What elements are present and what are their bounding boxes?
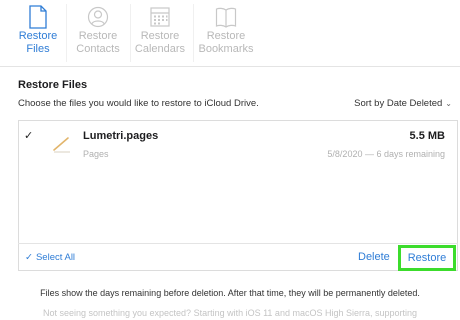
restore-tab-bar: Restore Files Restore Contacts Restore Cale… (0, 0, 460, 66)
tab-restore-contacts[interactable]: Restore Contacts (64, 0, 132, 66)
tab-label: Restore Contacts (76, 30, 120, 55)
file-list (18, 120, 458, 271)
restore-button[interactable]: Restore (401, 252, 453, 264)
tab-restore-calendars[interactable]: Restore Calendars (126, 0, 194, 66)
file-name: Lumetri.pages (83, 130, 159, 142)
pages-document-icon (53, 137, 70, 153)
sort-dropdown[interactable]: Sort by Date Deleted ⌄ (354, 98, 452, 109)
tab-bar-divider (0, 66, 460, 67)
file-kind: Pages (83, 149, 109, 159)
bookmarks-icon (215, 7, 237, 28)
document-icon (29, 5, 47, 29)
deletion-info-text: Files show the days remaining before del… (40, 288, 420, 298)
chevron-down-icon: ⌄ (445, 99, 452, 108)
calendar-icon (150, 7, 170, 27)
tab-label: Restore Calendars (134, 30, 186, 55)
restore-highlight: Restore (398, 245, 456, 271)
tab-restore-files[interactable]: Restore Files (4, 0, 72, 66)
delete-button[interactable]: Delete (358, 251, 390, 263)
select-all-button[interactable]: ✓ Select All (25, 252, 75, 263)
file-size: 5.5 MB (409, 130, 445, 142)
tab-label: Restore Files (18, 30, 58, 55)
help-text: Not seeing something you expected? Start… (42, 308, 418, 318)
file-date-remaining: 5/8/2020 — 6 days remaining (327, 149, 445, 159)
section-title: Restore Files (18, 79, 88, 91)
section-subtitle: Choose the files you would like to resto… (18, 98, 259, 109)
sort-label: Sort by Date Deleted (354, 98, 443, 109)
select-all-label: Select All (35, 252, 76, 263)
contact-icon (87, 6, 109, 28)
checkmark-icon: ✓ (25, 252, 33, 263)
checkmark-icon[interactable]: ✓ (24, 129, 33, 142)
tab-restore-bookmarks[interactable]: Restore Bookmarks (192, 0, 260, 66)
tab-label: Restore Bookmarks (198, 30, 254, 55)
list-footer-divider (18, 243, 458, 244)
